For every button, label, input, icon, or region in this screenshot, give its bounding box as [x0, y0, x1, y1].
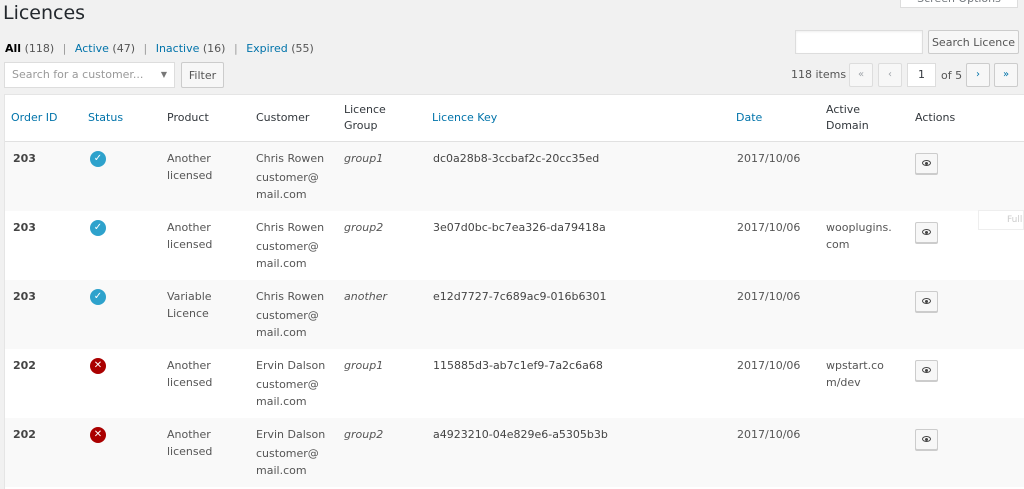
- separator: |: [143, 42, 148, 55]
- order-id: 203: [13, 152, 36, 165]
- x-circle-icon: ✕: [90, 358, 106, 374]
- order-id: 203: [13, 221, 36, 234]
- separator: |: [62, 42, 67, 55]
- licence-date: 2017/10/06: [737, 221, 801, 234]
- licence-group: another: [344, 290, 388, 303]
- check-circle-icon: ✓: [90, 151, 106, 167]
- licence-group: group2: [344, 221, 384, 234]
- product-link[interactable]: Variable Licence: [167, 288, 227, 322]
- product-link[interactable]: Another licensed: [167, 219, 227, 253]
- licence-group: group2: [344, 428, 384, 441]
- status-filter-links: All (118) | Active (47) | Inactive (16) …: [5, 42, 314, 55]
- items-count: 118 items: [791, 68, 847, 81]
- filter-all-count: (118): [24, 42, 55, 55]
- customer-email-link[interactable]: customer@mail.com: [256, 445, 328, 479]
- licence-group: group1: [344, 152, 384, 165]
- customer-email-link[interactable]: customer@mail.com: [256, 307, 328, 341]
- column-status[interactable]: Status: [88, 110, 123, 126]
- customer-name-link[interactable]: Chris Rowen: [256, 288, 324, 305]
- customer-name-link[interactable]: Chris Rowen: [256, 150, 324, 167]
- customer-name-link[interactable]: Ervin Dalson: [256, 357, 325, 374]
- column-licence-group: Licence Group: [344, 103, 386, 132]
- customer-email-link[interactable]: customer@mail.com: [256, 169, 328, 203]
- customer-name-link[interactable]: Ervin Dalson: [256, 426, 325, 443]
- active-domain: wpstart.com/dev: [826, 359, 884, 389]
- next-page-button[interactable]: ›: [966, 63, 990, 87]
- filter-active-count: (47): [112, 42, 135, 55]
- view-licence-button[interactable]: [915, 360, 938, 381]
- customer-search-placeholder: Search for a customer...: [12, 68, 144, 81]
- current-page-input[interactable]: 1: [907, 63, 936, 87]
- customer-email-link[interactable]: customer@mail.com: [256, 238, 328, 272]
- licence-key: e12d7727-7c689ac9-016b6301: [433, 290, 607, 303]
- offscreen-tooltip: Full: [978, 210, 1024, 230]
- product-link[interactable]: Another licensed: [167, 150, 227, 184]
- filter-active-link[interactable]: Active: [75, 42, 109, 55]
- eye-icon: [922, 436, 931, 442]
- order-id: 203: [13, 290, 36, 303]
- column-order-id[interactable]: Order ID: [11, 110, 57, 126]
- search-licence-button[interactable]: Search Licence: [928, 30, 1019, 54]
- order-id: 202: [13, 359, 36, 372]
- eye-icon: [922, 229, 931, 235]
- table-row: 203 ✓ Another licensed Chris Rowen custo…: [5, 142, 1024, 211]
- filter-button[interactable]: Filter: [181, 62, 224, 88]
- column-active-domain: Active Domain: [826, 103, 869, 132]
- licence-date: 2017/10/06: [737, 359, 801, 372]
- view-licence-button[interactable]: [915, 291, 938, 312]
- product-link[interactable]: Another licensed: [167, 426, 227, 460]
- order-id: 202: [13, 428, 36, 441]
- filter-expired-count: (55): [291, 42, 314, 55]
- product-link[interactable]: Another licensed: [167, 357, 227, 391]
- eye-icon: [922, 160, 931, 166]
- screen-options-tab[interactable]: Screen Options: [900, 0, 1018, 8]
- licence-date: 2017/10/06: [737, 290, 801, 303]
- licences-table: Order ID Status Product Customer Licence…: [4, 94, 1024, 489]
- table-row: 202 ✕ Another licensed Ervin Dalson cust…: [5, 418, 1024, 487]
- table-row: 203 ✓ Variable Licence Chris Rowen custo…: [5, 280, 1024, 349]
- licence-key: a4923210-04e829e6-a5305b3b: [433, 428, 608, 441]
- filter-all-link[interactable]: All: [5, 42, 21, 55]
- x-circle-icon: ✕: [90, 427, 106, 443]
- view-licence-button[interactable]: [915, 222, 938, 243]
- eye-icon: [922, 298, 931, 304]
- search-licence-input[interactable]: [795, 30, 923, 54]
- filter-inactive-link[interactable]: Inactive: [156, 42, 200, 55]
- filter-inactive-count: (16): [202, 42, 226, 55]
- filter-expired-link[interactable]: Expired: [246, 42, 288, 55]
- chevron-down-icon: ▼: [160, 70, 167, 79]
- view-licence-button[interactable]: [915, 429, 938, 450]
- licence-key: 3e07d0bc-bc7ea326-da79418a: [433, 221, 606, 234]
- column-actions: Actions: [915, 111, 956, 124]
- licence-key: dc0a28b8-3ccbaf2c-20cc35ed: [433, 152, 600, 165]
- column-customer: Customer: [256, 111, 310, 124]
- page-title: Licences: [3, 2, 86, 24]
- column-date[interactable]: Date: [736, 110, 762, 126]
- first-page-button: «: [849, 63, 873, 87]
- view-licence-button[interactable]: [915, 153, 938, 174]
- table-row: 203 ✓ Another licensed Chris Rowen custo…: [5, 211, 1024, 280]
- licence-group: group1: [344, 359, 384, 372]
- licence-key: 115885d3-ab7c1ef9-7a2c6a68: [433, 359, 603, 372]
- licence-date: 2017/10/06: [737, 152, 801, 165]
- check-circle-icon: ✓: [90, 289, 106, 305]
- check-circle-icon: ✓: [90, 220, 106, 236]
- separator: |: [233, 42, 238, 55]
- column-licence-key[interactable]: Licence Key: [432, 110, 497, 126]
- last-page-button[interactable]: »: [994, 63, 1018, 87]
- total-pages: of 5: [941, 69, 963, 82]
- licence-date: 2017/10/06: [737, 428, 801, 441]
- active-domain: wooplugins.com: [826, 221, 892, 251]
- eye-icon: [922, 367, 931, 373]
- customer-email-link[interactable]: customer@mail.com: [256, 376, 328, 410]
- table-row: 202 ✕ Another licensed Ervin Dalson cust…: [5, 349, 1024, 418]
- customer-name-link[interactable]: Chris Rowen: [256, 219, 324, 236]
- column-product: Product: [167, 111, 209, 124]
- prev-page-button: ‹: [878, 63, 902, 87]
- customer-search-select[interactable]: Search for a customer... ▼: [4, 62, 175, 88]
- table-header: Order ID Status Product Customer Licence…: [5, 95, 1024, 142]
